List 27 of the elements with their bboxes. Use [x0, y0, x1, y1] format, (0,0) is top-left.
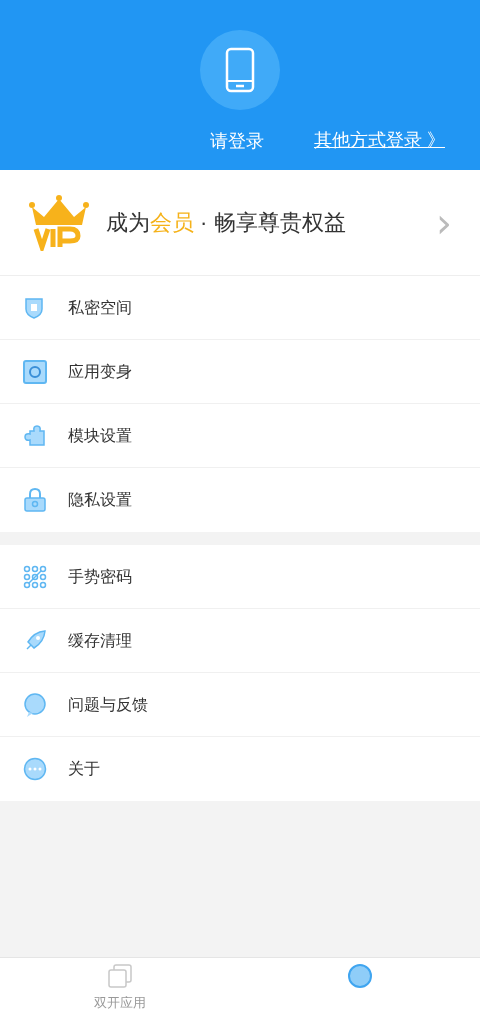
menu-item[interactable]: 私密空间 — [0, 276, 480, 340]
menu-item-label: 关于 — [68, 759, 100, 779]
menu-item[interactable]: 问题与反馈 — [0, 673, 480, 737]
vip-crown-icon — [28, 194, 90, 251]
dots-circle-icon — [22, 756, 48, 782]
menu-item[interactable]: 缓存清理 — [0, 609, 480, 673]
menu-item-label: 私密空间 — [68, 297, 132, 318]
menu-item[interactable]: 隐私设置 — [0, 468, 480, 532]
menu-item[interactable]: 手势密码 — [0, 545, 480, 609]
menu-item-label: 应用变身 — [68, 361, 132, 382]
vip-promo-text: 成为会员 · 畅享尊贵权益 — [106, 209, 346, 237]
lock-icon — [22, 487, 48, 513]
menu-item[interactable]: 应用变身 — [0, 340, 480, 404]
menu-item-label: 手势密码 — [68, 566, 132, 587]
menu-item[interactable]: 模块设置 — [0, 404, 480, 468]
stacked-squares-icon — [107, 963, 133, 989]
vip-banner[interactable]: 成为会员 · 畅享尊贵权益 › — [0, 170, 480, 276]
chat-bubble-icon — [22, 691, 48, 718]
dot-pattern-icon — [22, 563, 48, 590]
menu-item-label: 隐私设置 — [68, 490, 132, 510]
puzzle-icon — [22, 422, 48, 449]
phone-icon — [225, 47, 255, 93]
menu-item-label: 模块设置 — [68, 425, 132, 446]
menu-item-label: 缓存清理 — [68, 630, 132, 651]
chevron-icon: › — [436, 202, 452, 243]
menu-item[interactable]: 关于 — [0, 737, 480, 801]
menu-item-label: 问题与反馈 — [68, 694, 148, 715]
